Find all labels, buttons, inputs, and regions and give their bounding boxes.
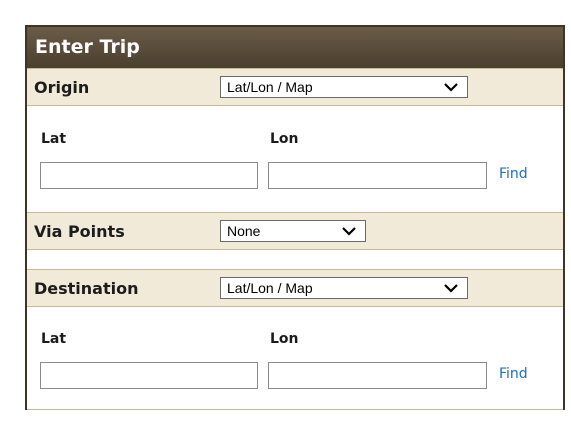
via-points-value: None: [227, 223, 261, 239]
destination-mode-select[interactable]: Lat/Lon / Map: [220, 277, 468, 299]
via-points-select[interactable]: None: [220, 220, 366, 242]
origin-section-header: Origin Lat/Lon / Map: [27, 68, 563, 106]
destination-label: Destination: [34, 279, 139, 298]
origin-mode-value: Lat/Lon / Map: [227, 79, 313, 95]
origin-lat-input[interactable]: [40, 162, 258, 189]
enter-trip-panel: Enter Trip Origin Lat/Lon / Map Lat Lon …: [25, 25, 565, 410]
destination-lat-input[interactable]: [40, 362, 258, 389]
chevron-down-icon: [444, 284, 458, 293]
via-section-header: Via Points None: [27, 212, 563, 250]
destination-mode-value: Lat/Lon / Map: [227, 280, 313, 296]
origin-lat-label: Lat: [41, 131, 67, 147]
destination-lon-input[interactable]: [268, 362, 487, 389]
panel-title: Enter Trip: [27, 27, 563, 68]
origin-find-link[interactable]: Find: [499, 166, 528, 182]
via-points-label: Via Points: [34, 222, 125, 241]
origin-mode-select[interactable]: Lat/Lon / Map: [220, 76, 468, 98]
destination-find-link[interactable]: Find: [499, 366, 528, 382]
chevron-down-icon: [342, 227, 356, 236]
chevron-down-icon: [444, 83, 458, 92]
origin-lon-input[interactable]: [268, 162, 487, 189]
origin-label: Origin: [34, 78, 90, 97]
destination-lat-label: Lat: [41, 331, 67, 347]
panel-bottom-divider: [27, 409, 563, 410]
origin-lon-label: Lon: [270, 131, 299, 147]
destination-lon-label: Lon: [270, 331, 299, 347]
destination-section-header: Destination Lat/Lon / Map: [27, 269, 563, 307]
